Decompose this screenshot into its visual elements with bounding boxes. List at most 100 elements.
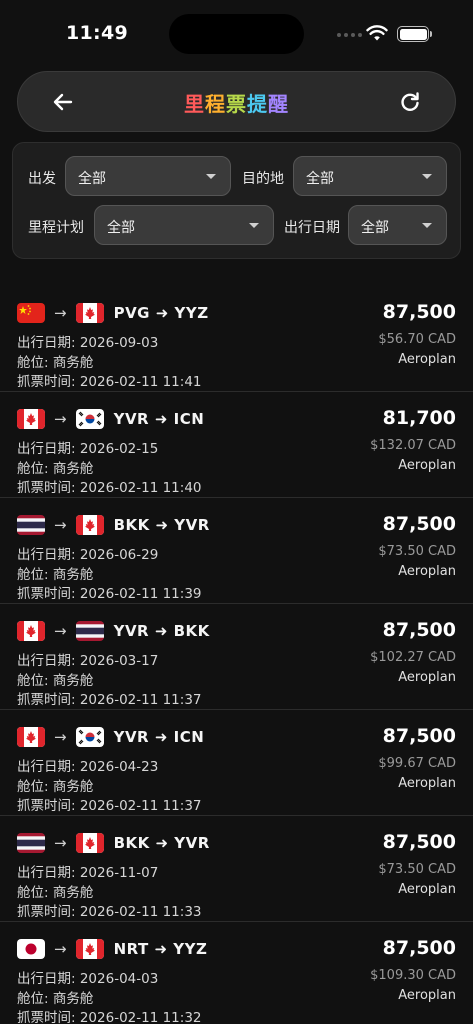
destination-flag-icon <box>75 727 104 747</box>
tax-price: $109.30 CAD <box>370 968 456 983</box>
travel-date: 出行日期: 2026-09-03 <box>17 335 159 351</box>
loyalty-program: Aeroplan <box>398 670 456 685</box>
date-label: 出行日期 <box>284 220 340 236</box>
fetched-time: 抓票时间: 2026-02-11 11:37 <box>17 798 202 814</box>
title-char: 提 <box>247 92 268 116</box>
travel-date: 出行日期: 2026-02-15 <box>17 441 159 457</box>
destination-value: 全部 <box>306 171 334 187</box>
chevron-down-icon <box>206 174 216 179</box>
destination-flag-icon <box>75 621 104 641</box>
tax-price: $102.27 CAD <box>370 650 456 665</box>
miles-points: 87,500 <box>382 513 456 535</box>
arrow-right-icon: → <box>54 728 67 746</box>
destination-flag-icon <box>75 833 104 853</box>
route-codes: YVR ➜ ICN <box>113 728 205 746</box>
refresh-icon[interactable] <box>397 89 423 115</box>
destination-flag-icon <box>75 303 104 323</box>
miles-points: 81,700 <box>382 407 456 429</box>
ticket-list: → PVG ➜ YYZ 出行日期: 2026-09-03 舱位: 商务舱 抓票时… <box>0 286 473 1024</box>
loyalty-program: Aeroplan <box>398 458 456 473</box>
travel-date: 出行日期: 2026-11-07 <box>17 865 159 881</box>
cabin-class: 舱位: 商务舱 <box>17 885 94 901</box>
arrow-right-icon: → <box>54 304 67 322</box>
arrow-right-icon: → <box>54 410 67 428</box>
travel-date: 出行日期: 2026-06-29 <box>17 547 159 563</box>
miles-points: 87,500 <box>382 301 456 323</box>
cabin-class: 舱位: 商务舱 <box>17 991 94 1007</box>
route: → BKK ➜ YVR <box>17 514 210 536</box>
miles-points: 87,500 <box>382 937 456 959</box>
program-dropdown[interactable]: 全部 <box>94 205 274 245</box>
status-bar: 11:49 <box>0 0 473 60</box>
travel-date: 出行日期: 2026-03-17 <box>17 653 159 669</box>
cabin-class: 舱位: 商务舱 <box>17 461 94 477</box>
ticket-row[interactable]: → PVG ➜ YYZ 出行日期: 2026-09-03 舱位: 商务舱 抓票时… <box>0 286 473 392</box>
route: → PVG ➜ YYZ <box>17 302 209 324</box>
cabin-class: 舱位: 商务舱 <box>17 355 94 371</box>
ticket-row[interactable]: → YVR ➜ ICN 出行日期: 2026-02-15 舱位: 商务舱 抓票时… <box>0 392 473 498</box>
program-value: 全部 <box>107 220 135 236</box>
loyalty-program: Aeroplan <box>398 352 456 367</box>
cabin-class: 舱位: 商务舱 <box>17 673 94 689</box>
route: → YVR ➜ BKK <box>17 620 210 642</box>
route: → BKK ➜ YVR <box>17 832 210 854</box>
destination-flag-icon <box>75 515 104 535</box>
page-title: 里程票提醒 <box>18 88 455 117</box>
battery-icon <box>397 26 432 42</box>
dynamic-island <box>169 14 304 54</box>
chevron-down-icon <box>249 223 259 228</box>
route-codes: YVR ➜ ICN <box>113 410 205 428</box>
tax-price: $56.70 CAD <box>378 332 456 347</box>
tax-price: $99.67 CAD <box>378 756 456 771</box>
route: → YVR ➜ ICN <box>17 408 204 430</box>
fetched-time: 抓票时间: 2026-02-11 11:41 <box>17 374 202 390</box>
title-char: 票 <box>226 92 247 116</box>
tax-price: $73.50 CAD <box>378 862 456 877</box>
tax-price: $132.07 CAD <box>370 438 456 453</box>
date-value: 全部 <box>361 220 389 236</box>
origin-flag-icon <box>17 727 45 747</box>
route-codes: BKK ➜ YVR <box>113 834 210 852</box>
miles-points: 87,500 <box>382 619 456 641</box>
destination-label: 目的地 <box>242 171 284 187</box>
origin-value: 全部 <box>78 171 106 187</box>
cabin-class: 舱位: 商务舱 <box>17 779 94 795</box>
cellular-signal-icon <box>337 33 362 37</box>
route-codes: YVR ➜ BKK <box>113 622 210 640</box>
origin-dropdown[interactable]: 全部 <box>65 156 231 196</box>
wifi-icon <box>366 25 388 41</box>
arrow-right-icon: → <box>54 516 67 534</box>
destination-flag-icon <box>75 939 104 959</box>
ticket-row[interactable]: → BKK ➜ YVR 出行日期: 2026-11-07 舱位: 商务舱 抓票时… <box>0 816 473 922</box>
route-codes: PVG ➜ YYZ <box>113 304 209 322</box>
origin-flag-icon <box>17 833 45 853</box>
miles-points: 87,500 <box>382 831 456 853</box>
origin-flag-icon <box>17 515 45 535</box>
route: → NRT ➜ YYZ <box>17 938 207 960</box>
fetched-time: 抓票时间: 2026-02-11 11:39 <box>17 586 202 602</box>
loyalty-program: Aeroplan <box>398 564 456 579</box>
origin-flag-icon <box>17 939 45 959</box>
destination-dropdown[interactable]: 全部 <box>293 156 447 196</box>
travel-date: 出行日期: 2026-04-23 <box>17 759 159 775</box>
filter-panel: 出发 全部 目的地 全部 里程计划 全部 出行日期 全部 <box>12 142 461 259</box>
date-dropdown[interactable]: 全部 <box>348 205 447 245</box>
route-codes: BKK ➜ YVR <box>113 516 210 534</box>
ticket-row[interactable]: → NRT ➜ YYZ 出行日期: 2026-04-03 舱位: 商务舱 抓票时… <box>0 922 473 1024</box>
chevron-down-icon <box>422 223 432 228</box>
title-char: 里 <box>184 92 205 116</box>
travel-date: 出行日期: 2026-04-03 <box>17 971 159 987</box>
route: → YVR ➜ ICN <box>17 726 204 748</box>
title-char: 醒 <box>268 92 289 116</box>
header-bar: 里程票提醒 <box>17 71 456 132</box>
ticket-row[interactable]: → YVR ➜ BKK 出行日期: 2026-03-17 舱位: 商务舱 抓票时… <box>0 604 473 710</box>
loyalty-program: Aeroplan <box>398 776 456 791</box>
fetched-time: 抓票时间: 2026-02-11 11:33 <box>17 904 202 920</box>
ticket-row[interactable]: → YVR ➜ ICN 出行日期: 2026-04-23 舱位: 商务舱 抓票时… <box>0 710 473 816</box>
ticket-row[interactable]: → BKK ➜ YVR 出行日期: 2026-06-29 舱位: 商务舱 抓票时… <box>0 498 473 604</box>
fetched-time: 抓票时间: 2026-02-11 11:40 <box>17 480 202 496</box>
title-char: 程 <box>205 92 226 116</box>
tax-price: $73.50 CAD <box>378 544 456 559</box>
status-time: 11:49 <box>66 22 128 44</box>
arrow-right-icon: → <box>54 834 67 852</box>
